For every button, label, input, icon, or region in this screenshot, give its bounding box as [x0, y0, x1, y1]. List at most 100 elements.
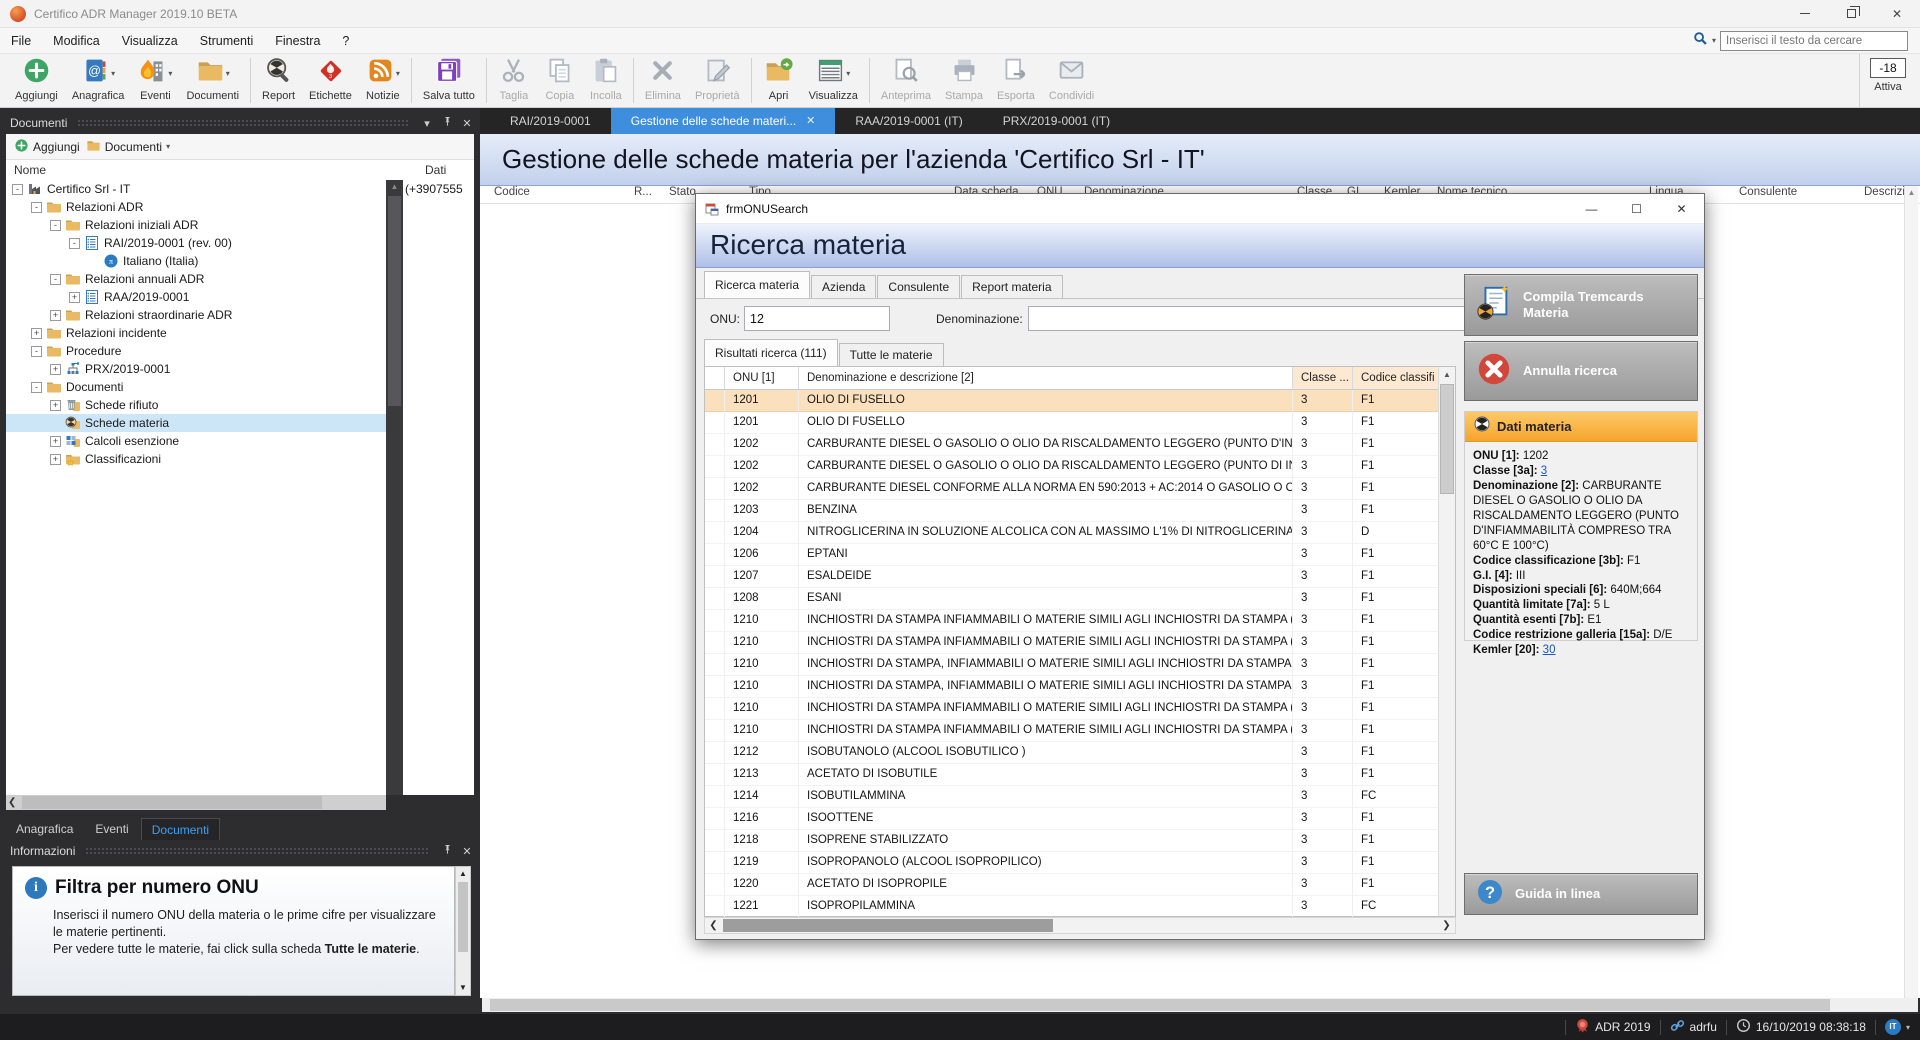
grid-row-onu-1202[interactable]: 1202CARBURANTE DIESEL O GASOLIO O OLIO D… — [705, 434, 1455, 456]
grid-row-onu-1220[interactable]: 1220ACETATO DI ISOPROPILE3F1 — [705, 874, 1455, 896]
tree-item-relazioni-straordinarie-adr[interactable]: + Relazioni straordinarie ADR — [6, 306, 386, 324]
scroll-up-icon[interactable]: ▲ — [1905, 186, 1918, 200]
document-tab-rai-2019-0001[interactable]: RAI/2019-0001 — [490, 108, 611, 134]
close-icon[interactable]: ✕ — [806, 108, 815, 134]
tree-item-calcoli-esenzione[interactable]: + Calcoli esenzione — [6, 432, 386, 450]
result-tab-risultati-ricerca-111-[interactable]: Risultati ricerca (111) — [704, 339, 838, 366]
collapse-icon[interactable]: - — [12, 184, 23, 195]
grid-vertical-scrollbar[interactable]: ▲ — [1438, 367, 1455, 916]
scroll-up-icon[interactable]: ▲ — [386, 180, 403, 194]
expand-icon[interactable]: + — [50, 454, 61, 465]
menu-finestra[interactable]: Finestra — [264, 28, 331, 54]
grid-row-onu-1219[interactable]: 1219ISOPROPANOLO (ALCOOL ISOPROPILICO)3F… — [705, 852, 1455, 874]
document-tab-gestione-delle-schede-materi-[interactable]: Gestione delle schede materi...✕ — [611, 108, 836, 134]
tree-item-certifico-srl-it[interactable]: - Certifico Srl - IT — [6, 180, 386, 198]
search-dropdown-icon[interactable]: ▾ — [1712, 36, 1716, 45]
annulla-ricerca-button[interactable]: Annulla ricerca — [1464, 341, 1698, 401]
collapse-icon[interactable]: - — [31, 382, 42, 393]
tree-horizontal-scrollbar[interactable]: ❮ — [6, 795, 386, 810]
collapse-icon[interactable]: - — [50, 274, 61, 285]
toolbar-button-report[interactable]: Report — [255, 54, 302, 107]
grid-row-onu-1203[interactable]: 1203BENZINA3F1 — [705, 500, 1455, 522]
expand-icon[interactable]: + — [50, 400, 61, 411]
menu-strumenti[interactable]: Strumenti — [189, 28, 265, 54]
menu-modifica[interactable]: Modifica — [42, 28, 111, 54]
menu-file[interactable]: File — [0, 28, 42, 54]
dialog-tab-ricerca-materia[interactable]: Ricerca materia — [704, 271, 810, 298]
tree-item-italiano-italia-[interactable]: π Italiano (Italia) — [6, 252, 386, 270]
menu-visualizza[interactable]: Visualizza — [111, 28, 189, 54]
toolbar-button-documenti[interactable]: ▾ Documenti — [179, 54, 246, 107]
tree-column-dati[interactable]: Dati — [425, 163, 446, 177]
dialog-maximize-button[interactable]: ☐ — [1614, 194, 1659, 224]
grid-row-onu-1204[interactable]: 1204NITROGLICERINA IN SOLUZIONE ALCOLICA… — [705, 522, 1455, 544]
tree-item-raa-2019-0001[interactable]: + RAA/2019-0001 — [6, 288, 386, 306]
grid-horizontal-scrollbar[interactable]: ❮ ❯ — [704, 917, 1456, 934]
scroll-left-icon[interactable]: ❮ — [8, 795, 16, 810]
tree-item-rai-2019-0001-rev-00-[interactable]: - RAI/2019-0001 (rev. 00) — [6, 234, 386, 252]
scroll-down-icon[interactable]: ▼ — [456, 981, 470, 995]
expand-icon[interactable]: + — [50, 364, 61, 375]
tree-item-relazioni-annuali-adr[interactable]: - Relazioni annuali ADR — [6, 270, 386, 288]
grid-column-classe-[interactable]: Classe ... — [1293, 367, 1353, 389]
scroll-up-icon[interactable]: ▲ — [1439, 367, 1455, 383]
info-vertical-scrollbar[interactable]: ▲ ▼ — [455, 866, 471, 996]
grid-row-onu-1216[interactable]: 1216ISOOTTENE3F1 — [705, 808, 1455, 830]
grid-row-onu-1210[interactable]: 1210INCHIOSTRI DA STAMPA INFIAMMABILI O … — [705, 720, 1455, 742]
statusbar-language[interactable]: IT ▾ — [1885, 1019, 1910, 1035]
dialog-tab-report-materia[interactable]: Report materia — [961, 275, 1062, 298]
grid-row-onu-1202[interactable]: 1202CARBURANTE DIESEL O GASOLIO O OLIO D… — [705, 456, 1455, 478]
dock-tab-anagrafica[interactable]: Anagrafica — [6, 818, 83, 840]
toolbar-button-aggiungi[interactable]: Aggiungi — [8, 54, 65, 107]
toolbar-button-salva-tutto[interactable]: Salva tutto — [416, 54, 482, 107]
collapse-icon[interactable]: - — [31, 202, 42, 213]
expand-icon[interactable]: + — [50, 310, 61, 321]
tree-item-documenti[interactable]: - Documenti — [6, 378, 386, 396]
toolbar-button-notizie[interactable]: ▾ Notizie — [359, 54, 407, 107]
grid-row-onu-1207[interactable]: 1207ESALDEIDE3F1 — [705, 566, 1455, 588]
dock-tab-documenti[interactable]: Documenti — [141, 818, 220, 840]
scroll-up-icon[interactable]: ▲ — [456, 867, 470, 881]
toolbar-button-visualizza[interactable]: ▾ Visualizza — [802, 54, 865, 107]
tree-item-relazioni-incidente[interactable]: + Relazioni incidente — [6, 324, 386, 342]
chevron-down-icon[interactable]: ▾ — [396, 69, 400, 78]
dialog-close-button[interactable]: ✕ — [1659, 194, 1704, 224]
close-icon[interactable]: ✕ — [460, 117, 474, 130]
collapse-icon[interactable]: - — [31, 346, 42, 357]
denominazione-input[interactable] — [1028, 306, 1466, 331]
grid-row-onu-1221[interactable]: 1221ISOPROPILAMMINA3FC — [705, 896, 1455, 918]
dialog-minimize-button[interactable]: — — [1569, 194, 1614, 224]
grid-row-onu-1201[interactable]: 1201OLIO DI FUSELLO3F1 — [705, 390, 1455, 412]
document-tab-raa-2019-0001-it-[interactable]: RAA/2019-0001 (IT) — [835, 108, 982, 134]
collapse-icon[interactable]: - — [69, 238, 80, 249]
grid-row-onu-1210[interactable]: 1210INCHIOSTRI DA STAMPA INFIAMMABILI O … — [705, 610, 1455, 632]
toolbar-button-apri[interactable]: Apri — [756, 54, 802, 107]
grid-row-onu-1210[interactable]: 1210INCHIOSTRI DA STAMPA, INFIAMMABILI O… — [705, 676, 1455, 698]
detail-link[interactable]: 3 — [1541, 465, 1547, 477]
grid-row-onu-1201[interactable]: 1201OLIO DI FUSELLO3F1 — [705, 412, 1455, 434]
minimize-button[interactable] — [1782, 0, 1828, 27]
grid-row-onu-1210[interactable]: 1210INCHIOSTRI DA STAMPA, INFIAMMABILI O… — [705, 654, 1455, 676]
compila-tremcards-button[interactable]: Compila Tremcards Materia — [1464, 274, 1698, 336]
tree-item-classificazioni[interactable]: + Classificazioni — [6, 450, 386, 468]
chevron-down-icon[interactable]: ▾ — [846, 69, 850, 78]
grid-column-denominazione-e-descrizione-2-[interactable]: Denominazione e descrizione [2] — [799, 367, 1293, 389]
statusbar-user[interactable]: adrfu — [1670, 1018, 1717, 1036]
close-button[interactable]: ✕ — [1874, 0, 1920, 27]
grid-row-onu-1212[interactable]: 1212ISOBUTANOLO (ALCOOL ISOBUTILICO )3F1 — [705, 742, 1455, 764]
restore-button[interactable] — [1828, 0, 1874, 27]
statusbar-datetime[interactable]: 16/10/2019 08:38:18 — [1736, 1018, 1866, 1036]
scroll-right-icon[interactable]: ❯ — [1438, 920, 1455, 931]
guida-in-linea-button[interactable]: ? Guida in linea — [1464, 873, 1698, 915]
menu-help[interactable]: ? — [331, 28, 360, 54]
grid-column-codice-classifi[interactable]: Codice classifi — [1353, 367, 1440, 389]
tree-item-schede-rifiuto[interactable]: + Schede rifiuto — [6, 396, 386, 414]
main-column-codice[interactable]: Codice — [494, 186, 634, 203]
expand-icon[interactable]: + — [69, 292, 80, 303]
search-icon[interactable] — [1693, 31, 1708, 51]
grid-row-onu-1218[interactable]: 1218ISOPRENE STABILIZZATO3F1 — [705, 830, 1455, 852]
grid-row-onu-1210[interactable]: 1210INCHIOSTRI DA STAMPA INFIAMMABILI O … — [705, 632, 1455, 654]
collapse-icon[interactable]: - — [50, 220, 61, 231]
document-tab-prx-2019-0001-it-[interactable]: PRX/2019-0001 (IT) — [983, 108, 1130, 134]
grid-row-onu-1213[interactable]: 1213ACETATO DI ISOBUTILE3F1 — [705, 764, 1455, 786]
